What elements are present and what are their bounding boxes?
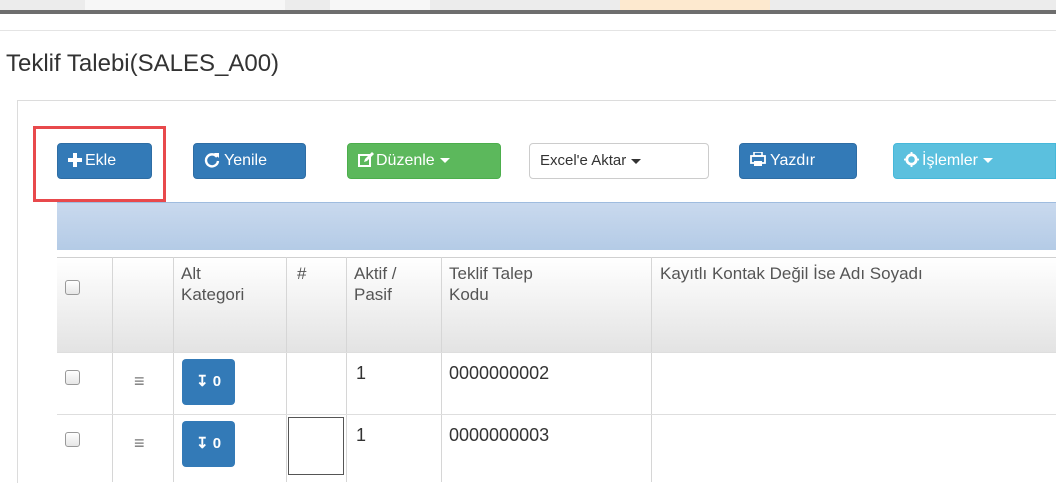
active-cell: 1 [356, 425, 367, 445]
grid-header: Alt Kategori # Aktif / Pasif Teklif Tale… [57, 257, 1056, 352]
select-all-checkbox[interactable] [65, 280, 80, 295]
header-code-line2: Kodu [449, 285, 489, 304]
header-code[interactable]: Teklif Talep Kodu [449, 263, 533, 305]
arrow-down-icon: ↧ [195, 435, 209, 452]
actions-button[interactable]: İşlemler [893, 143, 1056, 179]
header-contact[interactable]: Kayıtlı Kontak Değil İse Adı Soyadı [660, 263, 923, 284]
print-button[interactable]: Yazdır [739, 143, 857, 179]
caret-down-icon [439, 158, 450, 164]
header-active-line1: Aktif / [354, 264, 397, 283]
subcategory-count: 0 [212, 373, 222, 390]
actions-button-label: İşlemler [922, 152, 979, 169]
hamburger-icon[interactable]: ≡ [134, 371, 145, 392]
refresh-button-label: Yenile [224, 152, 268, 169]
edit-icon [358, 152, 374, 167]
subcategory-count: 0 [212, 435, 222, 452]
header-active-line2: Pasif [354, 285, 392, 304]
print-button-label: Yazdır [770, 152, 816, 169]
table-row[interactable]: ≡ ↧ 0 1 0000000002 [57, 352, 1056, 413]
edit-button-label: Düzenle [376, 152, 435, 169]
row-checkbox[interactable] [65, 370, 80, 385]
page-title: Teklif Talebi(SALES_A00) [6, 50, 280, 77]
hamburger-icon[interactable]: ≡ [134, 433, 145, 454]
refresh-button[interactable]: Yenile [193, 143, 306, 179]
top-tab [85, 0, 285, 10]
data-grid: Alt Kategori # Aktif / Pasif Teklif Tale… [57, 257, 1056, 482]
header-code-line1: Teklif Talep [449, 264, 533, 283]
caret-down-icon [631, 158, 642, 164]
caret-down-icon [983, 158, 994, 164]
table-row[interactable]: ≡ ↧ 0 1 0000000003 [57, 414, 1056, 475]
excel-export-label: Excel'e Aktar [540, 152, 627, 169]
code-cell: 0000000002 [449, 363, 550, 383]
hash-input[interactable] [288, 417, 344, 475]
header-hash[interactable]: # [297, 263, 306, 284]
add-button-highlight [33, 126, 166, 202]
arrow-down-icon: ↧ [195, 373, 209, 390]
top-tab-active [620, 0, 770, 10]
toolbar-band [57, 202, 1056, 250]
row-checkbox[interactable] [65, 432, 80, 447]
excel-export-button[interactable]: Excel'e Aktar [529, 143, 709, 179]
top-bar [0, 0, 1056, 14]
refresh-icon [204, 153, 220, 168]
top-tab [330, 0, 430, 10]
header-subcategory-line1: Alt [181, 264, 201, 283]
active-cell: 1 [356, 363, 367, 383]
header-subcategory[interactable]: Alt Kategori [181, 263, 244, 305]
subcategory-button[interactable]: ↧ 0 [182, 359, 235, 405]
edit-button[interactable]: Düzenle [347, 143, 501, 179]
header-subcategory-line2: Kategori [181, 285, 245, 304]
top-bar-divider [0, 10, 1056, 14]
header-active[interactable]: Aktif / Pasif [354, 263, 397, 305]
subcategory-button[interactable]: ↧ 0 [182, 421, 235, 467]
gear-icon [904, 152, 919, 167]
code-cell: 0000000003 [449, 425, 550, 445]
print-icon [750, 151, 766, 166]
